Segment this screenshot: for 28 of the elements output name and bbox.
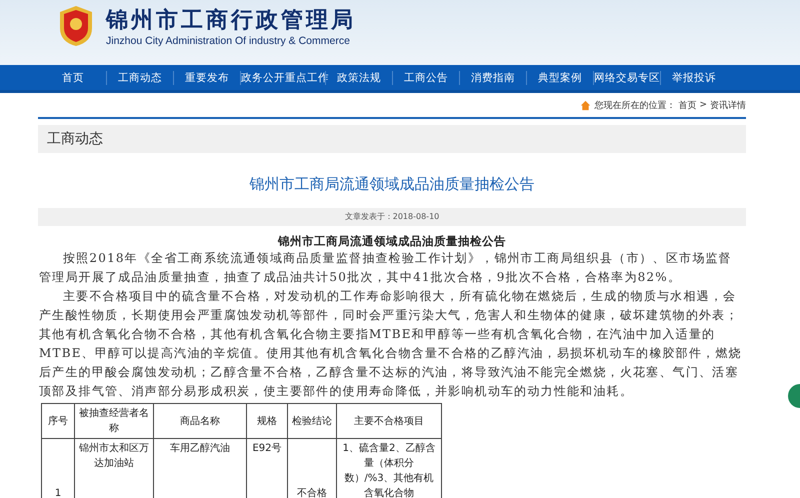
article-title: 锦州市工商局流通领域成品油质量抽检公告: [248, 175, 536, 194]
table-header-cell: 序号: [42, 404, 74, 438]
nav-link[interactable]: 网络交易专区: [594, 70, 660, 86]
site-subtitle: Jinzhou City Administration Of industry & Commerce: [106, 35, 351, 47]
table-header-cell: 规格: [246, 404, 288, 438]
breadcrumb-link[interactable]: 首页: [678, 98, 696, 112]
breadcrumb-separator: >: [699, 100, 707, 110]
paragraph: 主要不合格项目中的硫含量不合格，对发动机的工作寿命影响很大，所有硫化物在燃烧后，生成的物质与水相遇，会产生酸性物质，长期使用会严重腐蚀发动机等部件，同时会严重污染大气，危害人和生物体的健康，破坏建筑物的外表；其他有机含氧化合物不合格，其他有机含氧化合物主要指MTBE和甲醇等一些有机含氧化合物，在汽油中加入适量的MTBE、甲醇可以提高汽油的辛烷值。使用其他有机含氧化合物含量不合格的乙醇汽油，易损坏机动车的橡胶部件，燃烧后产生的甲酸会腐蚀发动机；乙醇含量不合格，乙醇含量不达标的汽油，将导致汽油不能完全燃烧，火花塞、气门、活塞顶部及排气管、消声部分易形成积炭，使主要部件的使用寿命降低，并影响机动车的动力性能和油耗。: [39, 288, 743, 400]
site-title: 锦州市工商行政管理局: [106, 6, 356, 35]
paragraph: 按照2018年《全省工商系统流通领域商品质量监督抽查检验工作计划》，锦州市工商局组织县（市）、区市场监督管理局开展了成品油质量抽查，抽查了成品油共计50批次，其中41批次合格，9批次不合格，合格率为82%。: [39, 250, 733, 286]
nav-link[interactable]: 首页: [40, 70, 106, 86]
breadcrumb-label: 您现在所在的位置：: [594, 100, 676, 112]
table-cell: 1: [42, 438, 74, 498]
table-header-cell: 被抽查经营者名称: [74, 404, 154, 438]
publish-date: 文章发表于：2018-08-10: [344, 212, 440, 221]
home-icon: [580, 100, 592, 110]
nav-link[interactable]: 工商动态: [107, 70, 173, 86]
nav-link[interactable]: 消费指南: [460, 70, 526, 86]
nav-link[interactable]: 典型案例: [527, 70, 593, 86]
section-title: 工商动态: [47, 130, 103, 148]
breadcrumb-link[interactable]: 资讯详情: [710, 98, 746, 112]
table-header-cell: 检验结论: [288, 404, 336, 438]
article-heading: 锦州市工商局流通领域成品油质量抽检公告: [276, 234, 507, 249]
nav-link[interactable]: 举报投诉: [661, 70, 727, 86]
nav-link[interactable]: 工商公告: [393, 70, 459, 86]
table-header-cell: 商品名称: [154, 404, 246, 438]
nav-link[interactable]: 重要发布: [174, 70, 240, 86]
table-header-cell: 主要不合格项目: [336, 404, 442, 438]
